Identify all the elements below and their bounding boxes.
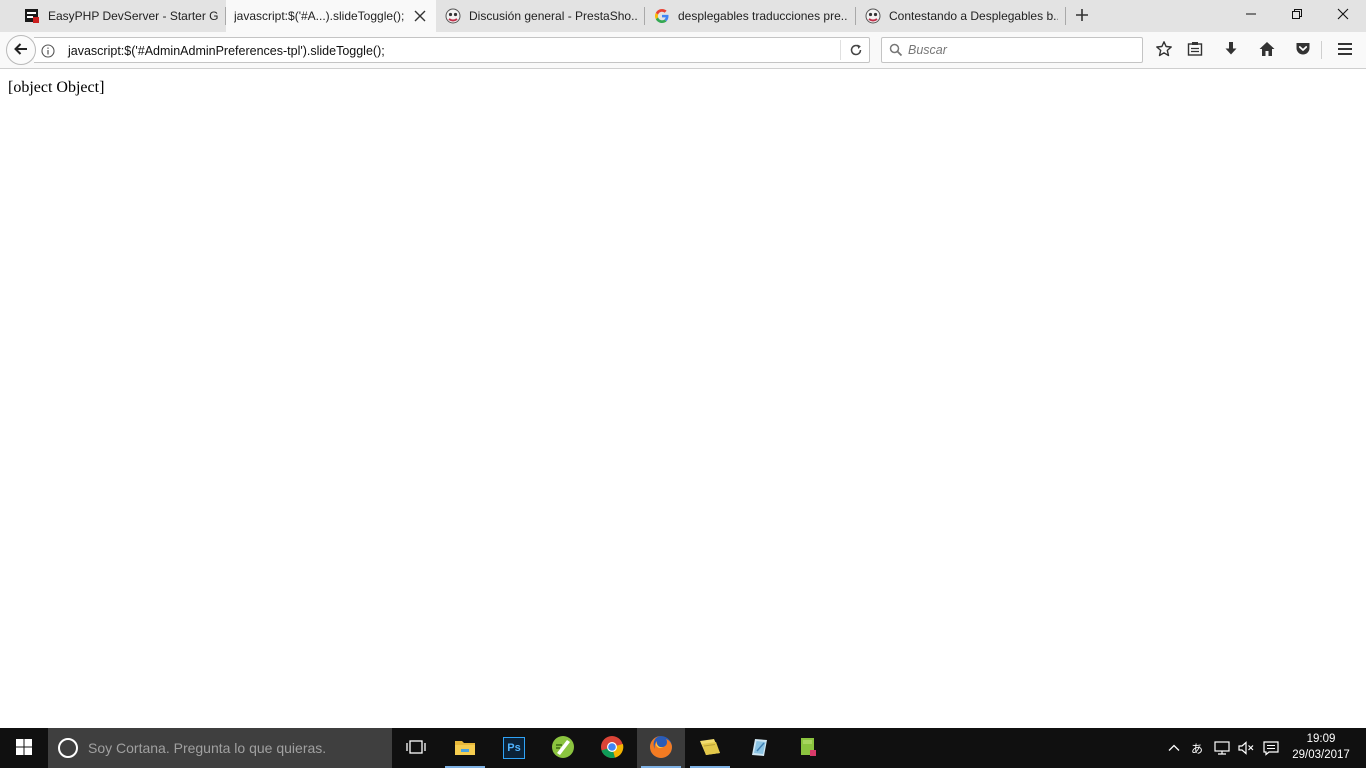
google-icon — [654, 8, 670, 24]
taskbar-chrome[interactable] — [588, 728, 636, 768]
start-button[interactable] — [0, 728, 48, 768]
clock-date: 29/03/2017 — [1292, 749, 1350, 761]
taskbar-pencil-app[interactable] — [735, 728, 783, 768]
toolbar-separator — [1321, 41, 1322, 59]
taskbar-android-sdk[interactable] — [784, 728, 832, 768]
search-input[interactable] — [908, 40, 1136, 60]
taskbar-file-explorer[interactable] — [441, 728, 489, 768]
tab-prestashop-discussion[interactable]: Discusión general - PrestaSho... — [437, 0, 645, 32]
file-explorer-icon — [454, 737, 476, 760]
navigation-toolbar: javascript:$('#AdminAdminPreferences-tpl… — [0, 32, 1366, 69]
taskbar-clock[interactable]: 19:09 29/03/2017 — [1288, 731, 1354, 763]
firefox-icon — [649, 735, 673, 762]
notifications-icon[interactable] — [1261, 738, 1281, 758]
close-icon — [1337, 8, 1349, 23]
page-body-text: [object Object] — [8, 79, 105, 96]
url-divider — [840, 40, 841, 60]
photoshop-label: Ps — [507, 742, 521, 754]
prestashop-icon — [445, 8, 461, 24]
menu-button[interactable] — [1332, 38, 1358, 62]
minimize-button[interactable] — [1228, 0, 1274, 30]
site-info-icon[interactable] — [40, 43, 56, 59]
download-icon — [1222, 40, 1240, 61]
android-sdk-icon — [796, 735, 820, 762]
page-content: [object Object] — [0, 70, 1366, 728]
restore-button[interactable] — [1274, 0, 1320, 30]
pocket-button[interactable] — [1290, 38, 1316, 62]
chrome-icon — [600, 735, 624, 762]
home-button[interactable] — [1254, 38, 1280, 62]
search-icon — [888, 42, 904, 58]
photoshop-icon: Ps — [503, 737, 525, 759]
url-bar[interactable]: javascript:$('#AdminAdminPreferences-tpl… — [34, 37, 870, 63]
windows-logo-icon — [15, 738, 33, 759]
task-view-icon — [405, 738, 427, 759]
close-tab-icon[interactable] — [412, 8, 428, 24]
home-icon — [1258, 40, 1276, 61]
cortana-placeholder: Soy Cortana. Pregunta lo que quieras. — [88, 740, 327, 756]
tab-prestashop-reply[interactable]: Contestando a Desplegables b... — [857, 0, 1066, 32]
back-arrow-icon — [13, 41, 29, 60]
reload-icon — [849, 43, 863, 60]
new-tab-button[interactable] — [1070, 4, 1094, 28]
windows-taskbar: Soy Cortana. Pregunta lo que quieras. Ps — [0, 728, 1366, 768]
reading-list-icon — [1186, 40, 1204, 61]
taskbar-photoshop[interactable]: Ps — [490, 728, 538, 768]
pencil-app-icon — [747, 735, 771, 762]
restore-icon — [1291, 8, 1303, 23]
taskbar-notepad-plus-plus[interactable] — [539, 728, 587, 768]
cortana-search-box[interactable]: Soy Cortana. Pregunta lo que quieras. — [48, 728, 392, 768]
ime-label: あ — [1190, 741, 1203, 756]
taskbar-folder-notes[interactable] — [686, 728, 734, 768]
tab-google-search[interactable]: desplegables traducciones pre... — [646, 0, 856, 32]
clock-time: 19:09 — [1306, 733, 1336, 745]
back-button[interactable] — [6, 35, 36, 65]
reload-button[interactable] — [846, 41, 866, 61]
cortana-icon — [58, 738, 78, 758]
tab-javascript-active[interactable]: javascript:$('#A...).slideToggle(); — [226, 0, 436, 32]
ime-icon[interactable]: あ — [1187, 738, 1207, 758]
network-icon[interactable] — [1212, 738, 1232, 758]
folder-notes-icon — [698, 736, 722, 761]
show-hidden-icons-chevron[interactable] — [1164, 738, 1184, 758]
minimize-icon — [1245, 8, 1257, 23]
taskbar-firefox[interactable] — [637, 728, 685, 768]
tab-title: Discusión general - PrestaSho... — [469, 9, 637, 23]
prestashop-icon — [865, 8, 881, 24]
tab-title: javascript:$('#A...).slideToggle(); — [234, 9, 405, 23]
notepad-plus-plus-icon — [551, 735, 575, 762]
volume-muted-icon[interactable] — [1236, 738, 1256, 758]
reading-list-button[interactable] — [1182, 38, 1208, 62]
downloads-button[interactable] — [1218, 38, 1244, 62]
tab-strip: EasyPHP DevServer - Starter G... javascr… — [0, 0, 1366, 32]
star-icon — [1155, 40, 1173, 61]
url-text[interactable]: javascript:$('#AdminAdminPreferences-tpl… — [68, 44, 385, 58]
tab-title: desplegables traducciones pre... — [678, 9, 848, 23]
tab-title: EasyPHP DevServer - Starter G... — [48, 9, 218, 23]
easyphp-icon — [24, 8, 40, 24]
close-window-button[interactable] — [1320, 0, 1366, 30]
menu-icon — [1336, 40, 1354, 61]
plus-icon — [1075, 8, 1089, 25]
task-view-button[interactable] — [392, 728, 440, 768]
search-bar[interactable] — [881, 37, 1143, 63]
tab-easyphp[interactable]: EasyPHP DevServer - Starter G... — [16, 0, 226, 32]
bookmark-button[interactable] — [1151, 38, 1177, 62]
pocket-icon — [1294, 40, 1312, 61]
tab-title: Contestando a Desplegables b... — [889, 9, 1058, 23]
